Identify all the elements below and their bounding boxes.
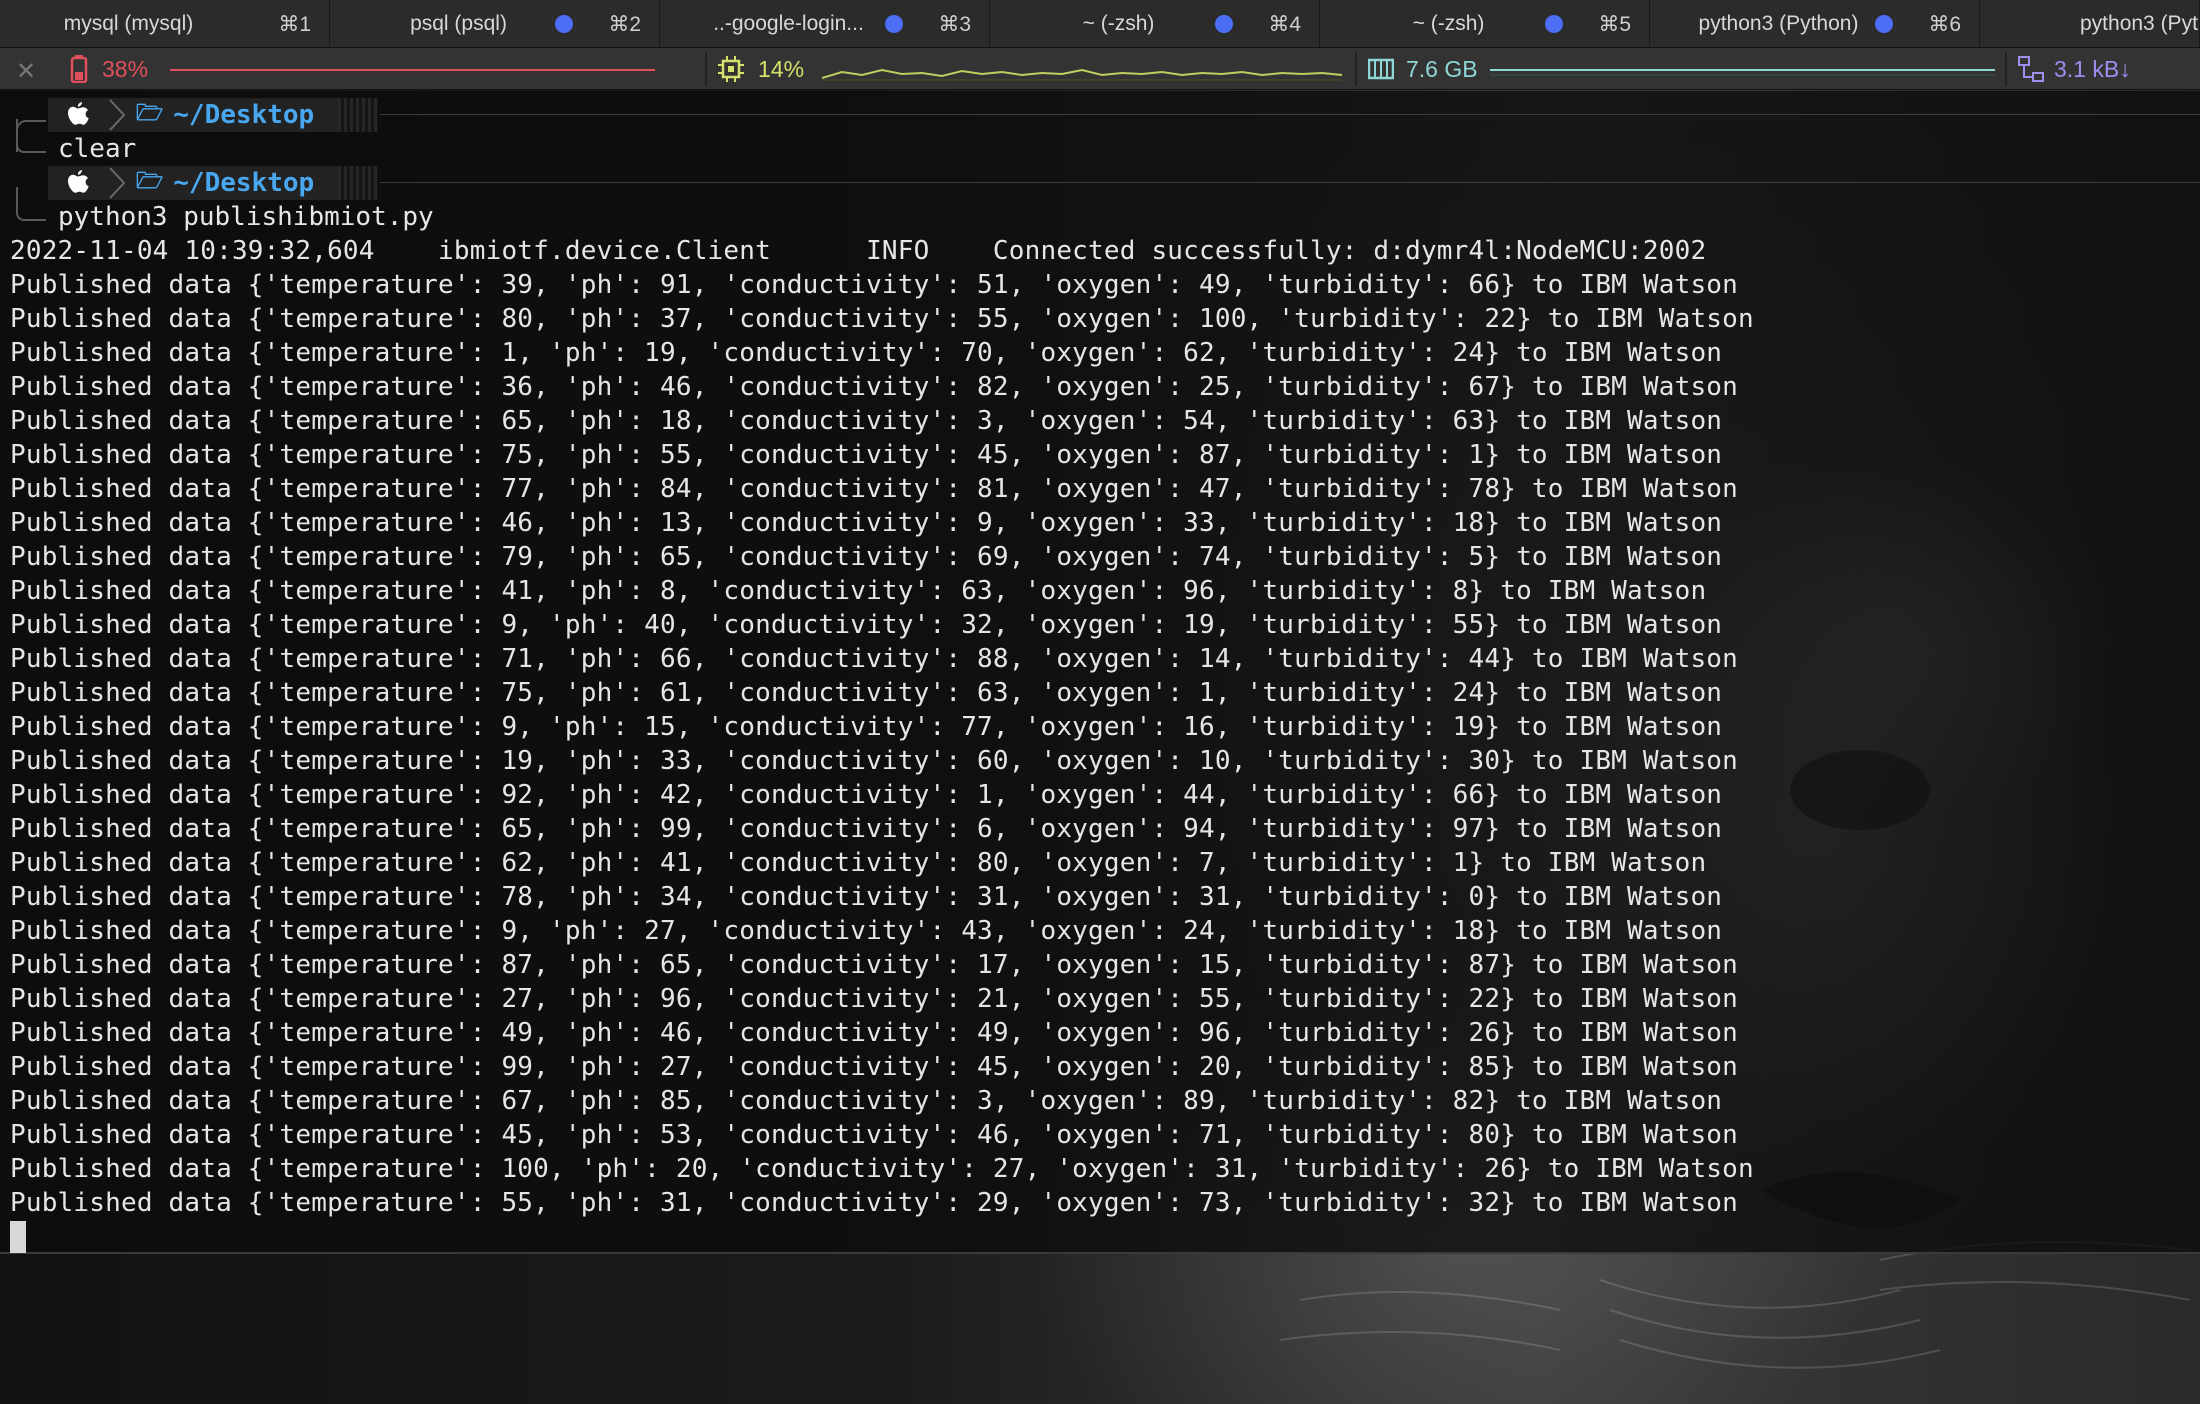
shell-prompt: 🗁 ~/Desktop	[0, 98, 2200, 152]
publish-line: Published data {'temperature': 9, 'ph': …	[10, 712, 1723, 742]
cpu-status: 14%	[718, 48, 804, 90]
apple-logo-icon	[48, 166, 108, 200]
network-icon	[2018, 56, 2044, 82]
publish-line: Published data {'temperature': 65, 'ph':…	[10, 814, 1723, 844]
chevron-right-icon	[106, 166, 128, 200]
tab-title: psql (psql)	[410, 12, 507, 35]
prompt-rule	[380, 114, 2200, 115]
tab-title: ~ (-zsh)	[1082, 12, 1155, 35]
command-text: clear	[58, 134, 137, 164]
tab-title: mysql (mysql)	[63, 12, 194, 35]
prompt-rule	[380, 182, 2200, 183]
publish-line: Published data {'temperature': 27, 'ph':…	[10, 984, 1739, 1014]
publish-line: Published data {'temperature': 77, 'ph':…	[10, 474, 1739, 504]
tab-title: python3 (Pytho	[2080, 12, 2199, 35]
publish-line: Published data {'temperature': 71, 'ph':…	[10, 644, 1739, 674]
activity-dot-icon	[555, 15, 573, 33]
prompt-connector	[16, 187, 46, 221]
tab-7[interactable]: python3 (Pytho	[1980, 0, 2200, 48]
iterm-window: mysql (mysql) ⌘1 psql (psql) ⌘2 ..-google-lo…	[0, 0, 2200, 1404]
battery-graph	[170, 69, 655, 75]
battery-percent: 38%	[102, 55, 149, 82]
publish-line: Published data {'temperature': 1, 'ph': …	[10, 338, 1723, 368]
tab-2[interactable]: psql (psql) ⌘2	[330, 0, 660, 48]
status-divider	[1355, 52, 1357, 86]
tab-shortcut: ⌘6	[1928, 12, 1961, 36]
memory-icon	[1368, 58, 1394, 80]
publish-line: Published data {'temperature': 100, 'ph'…	[10, 1154, 1754, 1184]
folder-icon: 🗁	[136, 101, 164, 126]
tab-4[interactable]: ~ (-zsh) ⌘4	[990, 0, 1320, 48]
publish-line: Published data {'temperature': 41, 'ph':…	[10, 576, 1707, 606]
network-status: 3.1 kB↓	[2018, 48, 2131, 90]
publish-line: Published data {'temperature': 9, 'ph': …	[10, 610, 1723, 640]
battery-status: 38%	[70, 48, 148, 90]
tab-1[interactable]: mysql (mysql) ⌘1	[0, 0, 330, 48]
tab-shortcut: ⌘1	[278, 12, 311, 36]
apple-logo-icon	[48, 98, 108, 132]
command-text: python3 publishibmiot.py	[58, 202, 434, 232]
tab-5[interactable]: ~ (-zsh) ⌘5	[1320, 0, 1650, 48]
publish-line: Published data {'temperature': 45, 'ph':…	[10, 1120, 1739, 1150]
text-cursor	[10, 1221, 26, 1253]
memory-status: 7.6 GB	[1368, 48, 1478, 90]
publish-line: Published data {'temperature': 49, 'ph':…	[10, 1018, 1739, 1048]
publish-line: Published data {'temperature': 55, 'ph':…	[10, 1188, 1739, 1218]
tab-3[interactable]: ..-google-login... ⌘3	[660, 0, 990, 48]
publish-line: Published data {'temperature': 78, 'ph':…	[10, 882, 1723, 912]
status-divider	[705, 52, 707, 86]
publish-line: Published data {'temperature': 62, 'ph':…	[10, 848, 1707, 878]
log-line: 2022-11-04 10:39:32,604 ibmiotf.device.C…	[10, 236, 1707, 266]
shell-prompt: 🗁 ~/Desktop	[0, 166, 2200, 200]
activity-dot-icon	[1545, 15, 1563, 33]
publish-line: Published data {'temperature': 46, 'ph':…	[10, 508, 1723, 538]
prompt-connector	[16, 119, 46, 153]
publish-line: Published data {'temperature': 79, 'ph':…	[10, 542, 1723, 572]
publish-line: Published data {'temperature': 39, 'ph':…	[10, 270, 1739, 300]
close-icon[interactable]: ✕	[16, 57, 36, 86]
terminal-pane[interactable]: 🗁 ~/Desktop clear 🗁 ~/Desktop python3 pu…	[0, 91, 2200, 1254]
activity-dot-icon	[1215, 15, 1233, 33]
cwd-segment: 🗁 ~/Desktop	[128, 166, 338, 200]
publish-line: Published data {'temperature': 67, 'ph':…	[10, 1086, 1723, 1116]
tab-shortcut: ⌘3	[938, 12, 971, 36]
tab-title: ~ (-zsh)	[1412, 12, 1485, 35]
activity-dot-icon	[1875, 15, 1893, 33]
memory-graph	[1490, 69, 1995, 76]
status-bar: ✕ 38% 14% 7.6 GB 3.1 kB↓	[0, 48, 2200, 90]
tab-6[interactable]: python3 (Python) ⌘6	[1650, 0, 1980, 48]
publish-line: Published data {'temperature': 92, 'ph':…	[10, 780, 1723, 810]
tab-title: python3 (Python)	[1698, 12, 1859, 35]
battery-icon	[70, 55, 88, 83]
cpu-percent: 14%	[758, 55, 805, 82]
publish-line: Published data {'temperature': 19, 'ph':…	[10, 746, 1739, 776]
tab-shortcut: ⌘4	[1268, 12, 1301, 36]
cwd-path: ~/Desktop	[173, 168, 315, 198]
publish-line: Published data {'temperature': 80, 'ph':…	[10, 304, 1754, 334]
segment-fade	[338, 166, 378, 200]
memory-usage: 7.6 GB	[1406, 55, 1478, 82]
cwd-path: ~/Desktop	[173, 100, 315, 130]
status-divider	[2005, 52, 2007, 86]
publish-line: Published data {'temperature': 65, 'ph':…	[10, 406, 1723, 436]
publish-line: Published data {'temperature': 75, 'ph':…	[10, 440, 1723, 470]
segment-fade	[338, 98, 378, 132]
publish-line: Published data {'temperature': 9, 'ph': …	[10, 916, 1723, 946]
publish-line: Published data {'temperature': 99, 'ph':…	[10, 1052, 1739, 1082]
tab-title: ..-google-login...	[713, 12, 864, 35]
tab-shortcut: ⌘5	[1598, 12, 1631, 36]
chevron-right-icon	[106, 98, 128, 132]
activity-dot-icon	[885, 15, 903, 33]
tab-shortcut: ⌘2	[608, 12, 641, 36]
folder-icon: 🗁	[136, 169, 164, 194]
publish-line: Published data {'temperature': 75, 'ph':…	[10, 678, 1723, 708]
cpu-chip-icon	[718, 56, 744, 82]
cwd-segment: 🗁 ~/Desktop	[128, 98, 338, 132]
cpu-graph	[822, 68, 1342, 81]
publish-line: Published data {'temperature': 87, 'ph':…	[10, 950, 1739, 980]
tab-bar: mysql (mysql) ⌘1 psql (psql) ⌘2 ..-google-lo…	[0, 0, 2200, 48]
publish-line: Published data {'temperature': 36, 'ph':…	[10, 372, 1739, 402]
network-throughput: 3.1 kB↓	[2054, 55, 2131, 82]
